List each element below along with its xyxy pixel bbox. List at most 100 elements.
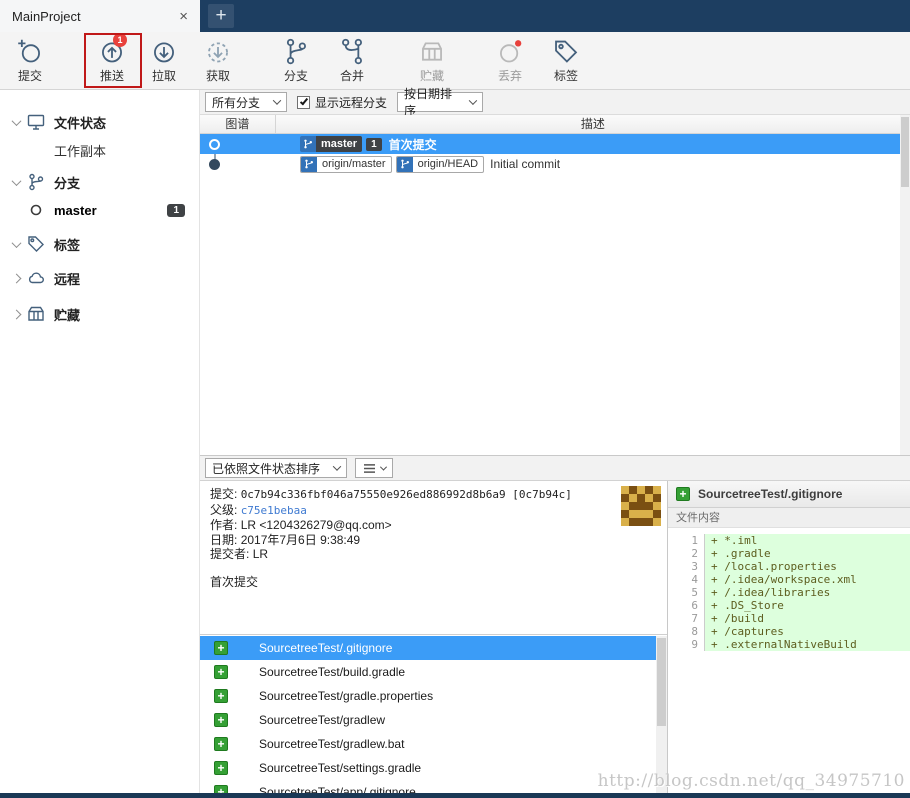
chevron-right-icon[interactable]	[8, 309, 24, 319]
commit-icon	[15, 37, 45, 66]
pull-button[interactable]: 拉取	[140, 37, 188, 87]
branch-button[interactable]: 分支	[272, 37, 320, 87]
file-list-item[interactable]: + SourcetreeTest/gradle.properties	[200, 684, 667, 708]
commit-button[interactable]: 提交	[6, 37, 54, 87]
parent-hash-link[interactable]: c75e1bebaa	[241, 504, 307, 517]
tag-button[interactable]: 标签	[542, 37, 590, 87]
discard-button[interactable]: 丢弃	[486, 37, 534, 87]
file-sort-dropdown[interactable]: 已依照文件状态排序	[205, 458, 347, 478]
file-list-item[interactable]: + SourcetreeTest/.gitignore	[200, 636, 667, 660]
branch-filter-value: 所有分支	[212, 95, 261, 110]
sidebar-item-branches[interactable]: 分支	[0, 168, 199, 196]
diff-pane: + SourcetreeTest/.gitignore 文件内容 1 + *.im…	[667, 481, 910, 798]
show-remote-checkbox[interactable]	[297, 95, 310, 109]
sidebar-item-label: 工作副本	[54, 143, 107, 159]
branch-filter-dropdown[interactable]: 所有分支	[205, 92, 287, 112]
sidebar-item-tags[interactable]: 标签	[0, 230, 199, 258]
new-tab-button[interactable]: +	[208, 4, 234, 28]
sidebar-item-file-status[interactable]: 文件状态	[0, 108, 199, 136]
chevron-right-icon[interactable]	[8, 273, 24, 283]
chevron-down-icon	[332, 462, 342, 471]
branch-icon	[26, 172, 48, 192]
column-header-graph[interactable]: 图谱	[200, 115, 276, 133]
added-line: + /.idea/libraries	[704, 586, 910, 599]
file-name: SourcetreeTest/gradlew	[259, 713, 386, 727]
merge-button[interactable]: 合并	[328, 37, 376, 87]
toolbar-button-label: 标签	[553, 69, 578, 83]
diff-line: 9 + .externalNativeBuild	[668, 638, 910, 651]
chevron-down-icon[interactable]	[8, 115, 24, 126]
branch-ref-badge: origin/HEAD	[395, 155, 485, 173]
toolbar: 提交 1 推送 拉取 获取 分支 合并 贮藏 丢弃 标签	[0, 32, 910, 90]
file-list-item[interactable]: + SourcetreeTest/gradlew	[200, 708, 667, 732]
fetch-button[interactable]: 获取	[194, 37, 242, 87]
history-table: master 1 首次提交 origin/master origin/HEAD …	[200, 134, 910, 455]
sidebar: 文件状态 工作副本 分支 master 1 标签 远程 贮藏	[0, 90, 200, 798]
toolbar-button-label: 分支	[283, 69, 308, 83]
diff-content: 1 + *.iml 2 + .gradle 3 + /local.properties…	[668, 528, 910, 798]
added-line: + .gradle	[704, 547, 910, 560]
toolbar-button-label: 贮藏	[419, 69, 444, 83]
line-number: 6	[691, 599, 698, 612]
sidebar-item-stashes[interactable]: 贮藏	[0, 300, 199, 328]
stash-icon	[417, 37, 447, 66]
commit-message: Initial commit	[490, 157, 561, 171]
commit-message-text: 首次提交	[210, 574, 259, 589]
sidebar-item-master[interactable]: master 1	[0, 196, 199, 224]
diff-line: 2 + .gradle	[668, 547, 910, 560]
commit-detail-pane: 提交: 0c7b94c336fbf046a75550e926ed886992d8…	[200, 481, 667, 798]
avatar	[621, 486, 661, 526]
file-list-item[interactable]: + SourcetreeTest/gradlew.bat	[200, 732, 667, 756]
diff-file-header: + SourcetreeTest/.gitignore	[668, 481, 910, 508]
diff-line: 3 + /local.properties	[668, 560, 910, 573]
chevron-down-icon[interactable]	[8, 237, 24, 248]
file-status-icon	[26, 112, 48, 132]
diff-line: 6 + .DS_Store	[668, 599, 910, 612]
view-options-dropdown[interactable]	[355, 458, 393, 478]
ref-name: origin/master	[322, 158, 386, 170]
sidebar-item-working-copy[interactable]: 工作副本	[0, 136, 199, 164]
taskbar-edge	[0, 793, 910, 798]
commit-node-icon	[209, 138, 220, 150]
history-scrollbar[interactable]	[900, 115, 910, 455]
toolbar-button-label: 获取	[205, 69, 230, 83]
hamburger-menu-icon	[363, 463, 375, 473]
line-number: 4	[691, 573, 698, 586]
file-name: SourcetreeTest/.gitignore	[259, 641, 393, 655]
sort-order-value: 按日期排序	[404, 87, 453, 118]
toolbar-button-label: 提交	[17, 69, 42, 83]
line-number: 3	[691, 560, 698, 573]
toolbar-button-label: 合并	[339, 69, 364, 83]
ref-name: master	[316, 136, 363, 152]
commit-info: 提交: 0c7b94c336fbf046a75550e926ed886992d8…	[200, 481, 667, 635]
file-name: SourcetreeTest/gradle.properties	[259, 689, 434, 703]
pull-icon	[149, 37, 179, 66]
sidebar-item-label: master	[54, 202, 97, 218]
branch-icon	[300, 136, 316, 152]
scrollbar-thumb[interactable]	[901, 117, 909, 187]
repo-tab[interactable]: MainProject ×	[0, 0, 200, 32]
commit-row[interactable]: master 1 首次提交	[200, 134, 910, 154]
close-icon[interactable]: ×	[177, 8, 190, 25]
file-list-item[interactable]: + SourcetreeTest/build.gradle	[200, 660, 667, 684]
diff-line: 7 + /build	[668, 612, 910, 625]
added-line: + /local.properties	[704, 560, 910, 573]
file-sort-value: 已依照文件状态排序	[212, 461, 321, 476]
scrollbar-thumb[interactable]	[657, 638, 666, 726]
stash-button[interactable]: 贮藏	[408, 37, 456, 87]
file-panel-toolbar: 已依照文件状态排序	[200, 455, 910, 481]
commit-row[interactable]: origin/master origin/HEAD Initial commit	[200, 154, 910, 174]
sidebar-item-label: 分支	[54, 175, 81, 191]
sidebar-item-label: 远程	[54, 271, 81, 287]
file-added-icon: +	[214, 737, 228, 751]
column-header-description[interactable]: 描述	[276, 115, 910, 133]
author-value: LR <1204326279@qq.com>	[240, 518, 392, 532]
file-added-icon: +	[214, 665, 228, 679]
branch-icon	[301, 156, 317, 172]
chevron-down-icon[interactable]	[8, 175, 24, 186]
merge-icon	[337, 37, 367, 66]
sidebar-item-remotes[interactable]: 远程	[0, 264, 199, 292]
sort-order-dropdown[interactable]: 按日期排序	[397, 87, 484, 118]
current-branch-icon	[26, 200, 48, 220]
date-value: 2017年7月6日 9:38:49	[240, 532, 361, 547]
